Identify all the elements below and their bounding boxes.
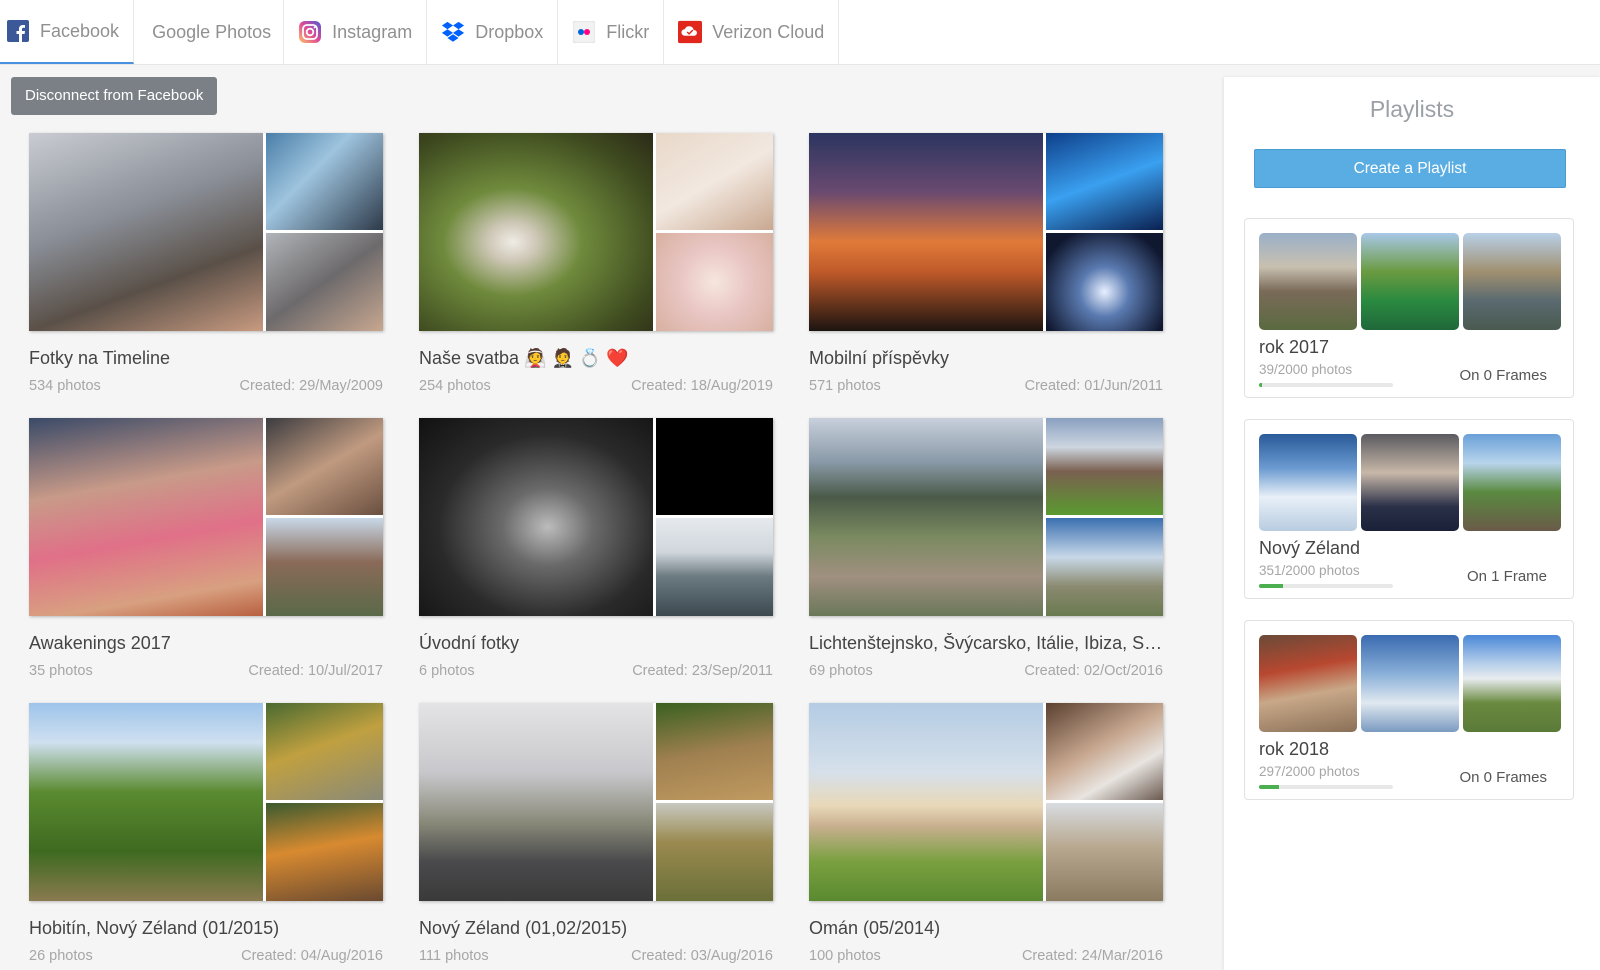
- tab-label: Verizon Cloud: [712, 21, 825, 42]
- playlist-thumbnail: [1361, 233, 1459, 330]
- playlist-progress-bar: [1259, 383, 1393, 387]
- playlist-frames-count: On 0 Frames: [1459, 367, 1547, 384]
- album-created-date: Created: 01/Jun/2011: [1024, 378, 1163, 394]
- album-title: Awakenings 2017: [29, 633, 171, 653]
- disconnect-button[interactable]: Disconnect from Facebook: [11, 77, 218, 115]
- playlist-card[interactable]: Nový Zéland 351/2000 photos On 1 Frame: [1244, 419, 1574, 599]
- tab-facebook[interactable]: Facebook: [0, 0, 135, 64]
- tab-label: Flickr: [606, 21, 650, 42]
- album-card[interactable]: Úvodní fotky 6 photos Created: 23/Sep/201…: [419, 418, 773, 679]
- playlist-photo-count: 297/2000 photos: [1259, 764, 1360, 779]
- dropbox-icon: [441, 20, 465, 44]
- album-photo-count: 111 photos: [419, 948, 489, 964]
- album-cover[interactable]: [419, 418, 773, 616]
- playlist-thumbnail: [1259, 635, 1357, 732]
- album-created-date: Created: 24/Mar/2016: [1021, 948, 1163, 964]
- album-title: Úvodní fotky: [419, 633, 520, 653]
- album-photo-count: 534 photos: [29, 378, 101, 394]
- playlists-panel: Playlists Create a Playlist rok 2017 39/…: [1224, 77, 1600, 970]
- album-created-date: Created: 10/Jul/2017: [248, 663, 383, 679]
- album-title: Naše svatba 👰 🤵 💍 ❤️: [419, 348, 629, 368]
- playlist-frames-count: On 0 Frames: [1459, 769, 1547, 786]
- album-photo-count: 100 photos: [809, 948, 881, 964]
- playlist-thumbnail: [1259, 434, 1357, 531]
- album-created-date: Created: 02/Oct/2016: [1024, 663, 1163, 679]
- album-cover[interactable]: [29, 133, 383, 331]
- album-created-date: Created: 04/Aug/2016: [241, 948, 383, 964]
- tab-label: Instagram: [332, 21, 413, 42]
- album-cover[interactable]: [419, 133, 773, 331]
- instagram-icon: [298, 20, 322, 44]
- playlist-name: Nový Zéland: [1259, 538, 1361, 558]
- facebook-icon: [6, 19, 30, 43]
- tab-label: Dropbox: [475, 21, 544, 42]
- album-cover[interactable]: [419, 703, 773, 901]
- playlist-card[interactable]: rok 2018 297/2000 photos On 0 Frames: [1244, 620, 1574, 800]
- album-title: Hobitín, Nový Zéland (01/2015): [29, 918, 280, 938]
- album-card[interactable]: Lichtenštejnsko, Švýcarsko, Itálie, Ibiz…: [809, 418, 1163, 679]
- create-playlist-button[interactable]: Create a Playlist: [1254, 149, 1566, 188]
- album-cover[interactable]: [29, 703, 383, 901]
- album-cover[interactable]: [809, 133, 1163, 331]
- album-title: Omán (05/2014): [809, 918, 941, 938]
- album-card[interactable]: Omán (05/2014) 100 photos Created: 24/Mar…: [809, 703, 1163, 964]
- album-cover[interactable]: [809, 418, 1163, 616]
- tab-flickr[interactable]: Flickr: [558, 0, 665, 64]
- album-photo-count: 254 photos: [419, 378, 491, 394]
- source-tabs: Facebook Google Photos Instagram Dropbox…: [0, 0, 1600, 65]
- album-cover[interactable]: [809, 703, 1163, 901]
- verizon-cloud-icon: [678, 20, 703, 44]
- album-title: Lichtenštejnsko, Švýcarsko, Itálie, Ibiz…: [809, 633, 1163, 653]
- album-created-date: Created: 23/Sep/2011: [632, 663, 773, 679]
- playlist-thumbnail: [1361, 635, 1459, 732]
- album-photo-count: 26 photos: [29, 948, 93, 964]
- playlist-name: rok 2018: [1259, 739, 1330, 759]
- playlist-thumbnail: [1463, 635, 1561, 732]
- tab-label: Google Photos: [152, 21, 272, 42]
- album-cover[interactable]: [29, 418, 383, 616]
- album-title: Nový Zéland (01,02/2015): [419, 918, 628, 938]
- album-photo-count: 571 photos: [809, 378, 881, 394]
- tab-label: Facebook: [40, 20, 120, 41]
- playlist-photo-count: 39/2000 photos: [1259, 362, 1353, 377]
- album-created-date: Created: 29/May/2009: [239, 378, 383, 394]
- playlist-name: rok 2017: [1259, 337, 1330, 357]
- playlist-thumbnail: [1463, 233, 1561, 330]
- tab-instagram[interactable]: Instagram: [284, 0, 428, 64]
- album-title: Fotky na Timeline: [29, 348, 171, 368]
- flickr-icon: [572, 20, 596, 44]
- playlist-progress-bar: [1259, 584, 1393, 588]
- playlist-progress-fill: [1259, 383, 1262, 387]
- album-created-date: Created: 03/Aug/2016: [631, 948, 773, 964]
- album-photo-count: 69 photos: [809, 663, 873, 679]
- playlist-progress-bar: [1259, 785, 1393, 789]
- playlist-thumbnail: [1463, 434, 1561, 531]
- playlist-frames-count: On 1 Frame: [1466, 568, 1547, 585]
- playlist-progress-fill: [1259, 785, 1279, 789]
- playlist-progress-fill: [1259, 584, 1283, 588]
- playlist-card[interactable]: rok 2017 39/2000 photos On 0 Frames: [1244, 218, 1574, 398]
- album-card[interactable]: Awakenings 2017 35 photos Created: 10/Jul…: [29, 418, 383, 679]
- album-photo-count: 6 photos: [419, 663, 475, 679]
- album-photo-count: 35 photos: [29, 663, 93, 679]
- album-card[interactable]: Naše svatba 👰 🤵 💍 ❤️ 254 photos Created: …: [419, 133, 773, 394]
- tab-dropbox[interactable]: Dropbox: [427, 0, 559, 64]
- album-card[interactable]: Hobitín, Nový Zéland (01/2015) 26 photos…: [29, 703, 383, 964]
- tab-verizon-cloud[interactable]: Verizon Cloud: [664, 0, 840, 64]
- album-card[interactable]: Nový Zéland (01,02/2015) 111 photos Creat…: [419, 703, 773, 964]
- playlists-heading: Playlists: [1369, 96, 1455, 122]
- album-created-date: Created: 18/Aug/2019: [631, 378, 773, 394]
- playlist-thumbnail: [1259, 233, 1357, 330]
- album-card[interactable]: Fotky na Timeline 534 photos Created: 29/…: [29, 133, 383, 394]
- album-card[interactable]: Mobilní příspěvky 571 photos Created: 01/…: [809, 133, 1163, 394]
- playlist-photo-count: 351/2000 photos: [1259, 563, 1360, 578]
- playlist-thumbnail: [1361, 434, 1459, 531]
- album-title: Mobilní příspěvky: [809, 348, 950, 368]
- tab-google-photos[interactable]: Google Photos: [134, 0, 285, 64]
